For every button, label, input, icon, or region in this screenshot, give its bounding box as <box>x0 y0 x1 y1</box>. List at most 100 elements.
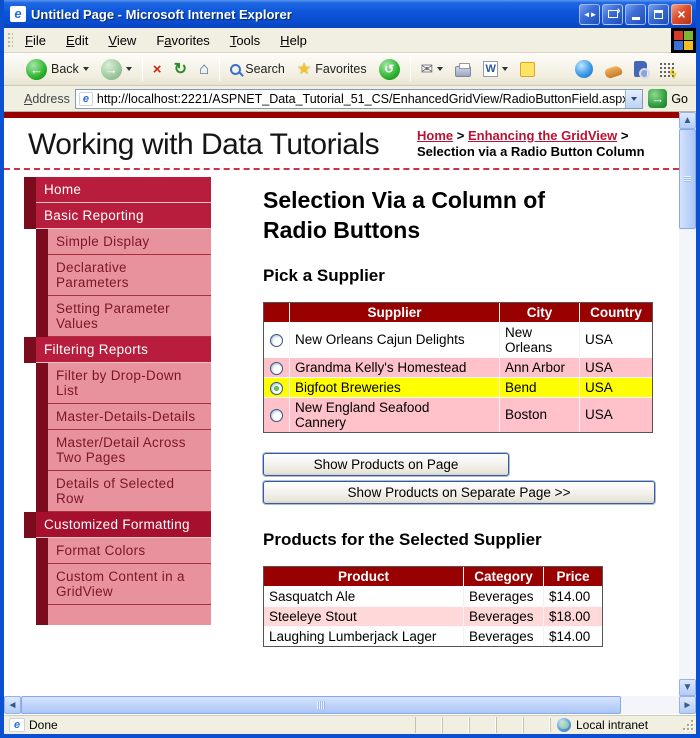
word-icon: W <box>483 61 499 77</box>
supplier-name-cell: Grandma Kelly's Homestead <box>290 357 500 378</box>
sidebar-item-setting-parameter-values[interactable]: Setting Parameter Values <box>36 296 211 337</box>
print-button[interactable] <box>450 59 476 80</box>
show-products-separate-page-button[interactable]: Show Products on Separate Page >> <box>263 480 655 504</box>
supplier-city-cell: New Orleans <box>500 322 580 358</box>
refresh-button[interactable]: ↻ <box>169 56 192 82</box>
sidebar-item-custom-content-in-a-gridview[interactable]: Custom Content in a GridView <box>36 564 211 605</box>
product-category-cell: Beverages <box>464 606 544 627</box>
scroll-down-button[interactable]: ▼ <box>679 679 696 696</box>
send-to-tray-button[interactable] <box>602 3 623 25</box>
sidebar-item-label: Basic Reporting <box>36 203 211 229</box>
menu-item-tools[interactable]: Tools <box>220 30 270 51</box>
menu-item-view[interactable]: View <box>98 30 146 51</box>
web-page: Working with Data Tutorials Home > Enhan… <box>4 112 679 696</box>
sidebar-item-label: Custom Content in a GridView <box>48 564 211 605</box>
supplier-row: Grandma Kelly's Homestead Ann Arbor USA <box>264 357 652 378</box>
nav-rail <box>24 203 36 229</box>
mail-button[interactable]: ✉ <box>416 57 449 81</box>
sidebar-item-master-details-details[interactable]: Master-Details-Details <box>36 404 211 430</box>
toolbar-grip[interactable] <box>6 31 13 49</box>
ie-logo-icon: e <box>10 6 26 22</box>
show-products-on-page-button[interactable]: Show Products on Page <box>263 452 509 476</box>
address-dropdown-button[interactable] <box>625 89 643 108</box>
notes-button[interactable] <box>515 59 540 80</box>
history-button[interactable]: ↺ <box>374 56 405 83</box>
sidebar-item-details-of-selected-row[interactable]: Details of Selected Row <box>36 471 211 512</box>
go-button[interactable]: → Go <box>648 89 692 108</box>
home-button[interactable]: ⌂ <box>194 56 214 82</box>
menu-item-edit[interactable]: Edit <box>56 30 98 51</box>
product-price-cell: $18.00 <box>544 606 602 627</box>
supplier-radio-button[interactable] <box>270 334 283 348</box>
windows-logo-icon <box>671 28 696 53</box>
research-button[interactable] <box>629 58 652 80</box>
edit-word-button[interactable]: W <box>478 58 513 80</box>
nav-rail <box>36 229 48 255</box>
supplier-country-cell: USA <box>580 377 652 398</box>
sidebar-item-simple-display[interactable]: Simple Display <box>36 229 211 255</box>
address-url[interactable]: http://localhost:2221/ASPNET_Data_Tutori… <box>97 92 625 106</box>
standard-toolbar: ← Back → × ↻ ⌂ Search ★ Favorites ↺ ✉ W <box>4 53 696 86</box>
search-button[interactable]: Search <box>225 59 290 79</box>
back-button[interactable]: ← Back <box>21 56 94 83</box>
browser-viewport: Working with Data Tutorials Home > Enhan… <box>4 112 696 696</box>
breadcrumb-link-0[interactable]: Home <box>417 128 453 143</box>
refresh-icon: ↻ <box>173 61 187 78</box>
forward-button[interactable]: → <box>96 56 137 83</box>
page-title: Selection Via a Column of Radio Buttons <box>263 187 546 243</box>
pane-arrows-button[interactable]: ◄► <box>579 3 600 25</box>
close-button[interactable]: × <box>671 3 692 25</box>
window-title: Untitled Page - Microsoft Internet Explo… <box>31 6 292 22</box>
sidebar-item-filtering-reports[interactable]: Filtering Reports <box>24 337 211 363</box>
vertical-scroll-thumb[interactable] <box>679 129 696 229</box>
product-price-cell: $14.00 <box>544 586 602 607</box>
menu-item-help[interactable]: Help <box>270 30 317 51</box>
vertical-scrollbar: ▲ ▼ <box>679 112 696 696</box>
sidebar-item-master-detail-across-two-pages[interactable]: Master/Detail Across Two Pages <box>36 430 211 471</box>
sidebar-item-declarative-parameters[interactable]: Declarative Parameters <box>36 255 211 296</box>
site-title: Working with Data Tutorials <box>28 128 380 161</box>
snagit-button[interactable] <box>600 59 627 80</box>
messenger-button[interactable] <box>570 57 598 81</box>
nav-bar <box>48 605 211 625</box>
supplier-radio-button[interactable] <box>270 381 283 395</box>
addon-grid-button[interactable] <box>654 59 679 81</box>
sidebar-item-format-colors[interactable]: Format Colors <box>36 538 211 564</box>
sidebar-item-filter-by-drop-down-list[interactable]: Filter by Drop-Down List <box>36 363 211 404</box>
zone-label: Local intranet <box>576 717 649 732</box>
supplier-radio-button[interactable] <box>270 361 283 375</box>
resize-grip[interactable] <box>681 718 694 731</box>
breadcrumb-link-1[interactable]: Enhancing the GridView <box>468 128 617 143</box>
sidebar-item-label: Simple Display <box>48 229 211 255</box>
scroll-right-button[interactable]: ► <box>679 696 696 714</box>
supplier-radio-cell <box>264 397 290 432</box>
supplier-name-cell: New England Seafood Cannery <box>290 397 500 432</box>
menu-item-favorites[interactable]: Favorites <box>146 30 219 51</box>
sidebar-item-basic-reporting[interactable]: Basic Reporting <box>24 203 211 229</box>
actions: Show Products on Page Show Products on S… <box>263 452 659 504</box>
scroll-left-button[interactable]: ◄ <box>4 696 21 714</box>
address-field[interactable]: e http://localhost:2221/ASPNET_Data_Tuto… <box>74 88 644 109</box>
left-right-arrows-icon: ◄► <box>582 9 598 19</box>
suppliers-header-row: Supplier City Country <box>264 302 652 323</box>
sidebar-item-label: Declarative Parameters <box>48 255 211 296</box>
horizontal-scroll-thumb[interactable] <box>21 696 621 714</box>
supplier-radio-button[interactable] <box>270 409 283 423</box>
scroll-up-button[interactable]: ▲ <box>679 112 696 129</box>
favorites-button[interactable]: ★ Favorites <box>292 56 372 82</box>
address-bar: Address e http://localhost:2221/ASPNET_D… <box>4 86 696 112</box>
sidebar-item-home[interactable]: Home <box>24 177 211 203</box>
maximize-button[interactable] <box>648 3 669 25</box>
horizontal-scrollbar: ◄ ► <box>4 696 696 714</box>
stop-button[interactable]: × <box>148 58 167 81</box>
vertical-scroll-trough[interactable] <box>679 229 696 679</box>
search-icon <box>230 63 242 75</box>
menu-item-file[interactable]: File <box>15 30 56 51</box>
horizontal-scroll-trough[interactable] <box>621 696 679 714</box>
minimize-button[interactable] <box>625 3 646 25</box>
separator <box>409 57 411 81</box>
supplier-name-cell: New Orleans Cajun Delights <box>290 322 500 358</box>
sidebar-item-customized-formatting[interactable]: Customized Formatting <box>24 512 211 538</box>
products-heading: Products for the Selected Supplier <box>263 529 542 549</box>
products-column-header: Product <box>264 566 464 587</box>
